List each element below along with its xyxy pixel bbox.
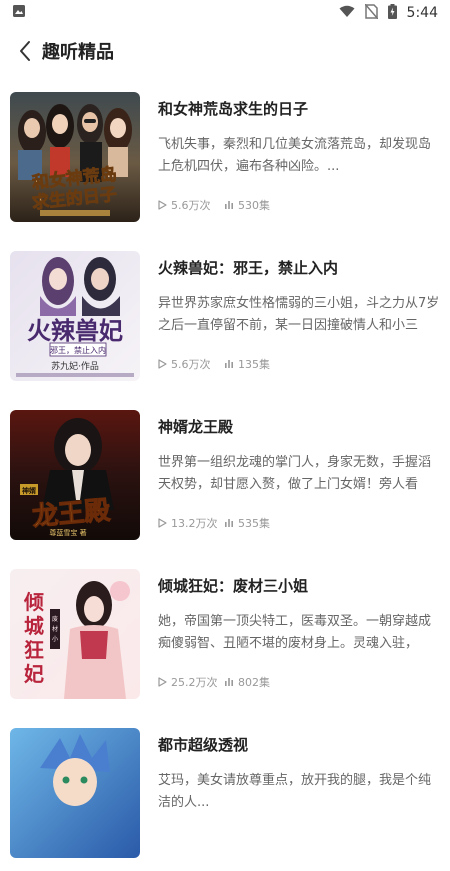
episode-count-icon <box>225 678 233 686</box>
album-meta: 25.2万次 802集 <box>158 674 290 690</box>
play-count-icon <box>158 359 167 369</box>
episode-count: 135集 <box>238 358 270 371</box>
status-time: 5:44 <box>406 5 438 21</box>
page-title: 趣听精品 <box>42 42 114 63</box>
list-item[interactable]: 火辣兽妃 邪王，禁止入内 苏九妃·作品 火辣兽妃：邪王，禁止入内 异世界苏家庶女… <box>0 235 450 394</box>
back-button[interactable] <box>10 36 40 66</box>
header: 趣听精品 <box>0 26 450 76</box>
album-title[interactable]: 倾城狂妃：废材三小姐 <box>158 575 438 596</box>
list-item[interactable]: 倾 城 狂 妃 废 材 小 倾城狂妃：废材三小姐 她，帝国第一顶尖特工，医毒双圣… <box>0 553 450 712</box>
play-count-icon <box>158 200 167 210</box>
episode-count: 530集 <box>238 199 270 212</box>
play-count: 13.2万次 <box>171 517 218 530</box>
episode-count-icon <box>225 201 233 209</box>
svg-text:尊蓝雪宝 著: 尊蓝雪宝 著 <box>49 528 86 537</box>
play-count-icon <box>158 677 167 687</box>
album-cover[interactable]: 火辣兽妃 邪王，禁止入内 苏九妃·作品 <box>10 251 140 381</box>
back-arrow-icon <box>20 41 30 61</box>
album-description: 艾玛，美女请放尊重点，放开我的腿，我是个纯洁的人... <box>158 773 432 810</box>
album-description: 飞机失事，秦烈和几位美女流落荒岛，却发现岛上危机四伏，遍布各种凶险。... <box>158 137 432 174</box>
svg-text:倾: 倾 <box>23 590 44 614</box>
album-meta: 5.6万次 530集 <box>158 197 290 213</box>
play-count: 5.6万次 <box>171 199 211 212</box>
wifi-icon <box>339 5 355 22</box>
list-item[interactable]: 都市超级透视 艾玛，美女请放尊重点，放开我的腿，我是个纯洁的人... <box>0 712 450 871</box>
image-notification-icon <box>12 4 26 22</box>
svg-text:邪王，禁止入内: 邪王，禁止入内 <box>50 345 106 355</box>
list-item[interactable]: 和女神荒岛 求生的日子 和女神荒岛求生的日子 飞机失事，秦烈和几位美女流落荒岛，… <box>0 76 450 235</box>
list-item[interactable]: 神婿 龙王殿 尊蓝雪宝 著 神婿龙王殿 世界第一组织龙魂的掌门人，身家无数，手握… <box>0 394 450 553</box>
episode-count: 535集 <box>238 517 270 530</box>
cover-title-text: 火辣兽妃 <box>27 316 123 345</box>
album-cover[interactable]: 神婿 龙王殿 尊蓝雪宝 著 <box>10 410 140 540</box>
episode-count: 802集 <box>238 676 270 689</box>
svg-text:苏九妃·作品: 苏九妃·作品 <box>51 360 99 372</box>
album-description: 世界第一组织龙魂的掌门人，身家无数，手握滔天权势，却甘愿入赘，做了上门女婿！旁人… <box>158 455 432 492</box>
play-count: 25.2万次 <box>171 676 218 689</box>
play-count: 5.6万次 <box>171 358 211 371</box>
album-cover[interactable] <box>10 728 140 858</box>
album-title[interactable]: 都市超级透视 <box>158 734 438 755</box>
album-cover[interactable]: 和女神荒岛 求生的日子 <box>10 92 140 222</box>
svg-text:神婿: 神婿 <box>22 486 37 495</box>
album-cover[interactable]: 倾 城 狂 妃 废 材 小 <box>10 569 140 699</box>
album-description: 她，帝国第一顶尖特工，医毒双圣。一朝穿越成痴傻弱智、丑陋不堪的废材身上。灵魂入驻… <box>158 614 432 651</box>
episode-count-icon <box>225 519 233 527</box>
album-description: 异世界苏家庶女性格懦弱的三小姐，斗之力从7岁之后一直停留不前，某一日因撞破情人和… <box>158 296 440 333</box>
svg-text:城: 城 <box>24 614 44 638</box>
album-meta: 5.6万次 135集 <box>158 356 290 372</box>
album-meta: 13.2万次 535集 <box>158 515 290 531</box>
svg-text:小: 小 <box>52 635 58 643</box>
album-title[interactable]: 和女神荒岛求生的日子 <box>158 98 438 119</box>
no-sim-icon <box>363 3 379 23</box>
episode-count-icon <box>225 360 233 368</box>
battery-charging-icon <box>387 3 397 23</box>
play-count-icon <box>158 518 167 528</box>
svg-text:狂: 狂 <box>24 638 44 662</box>
album-title[interactable]: 火辣兽妃：邪王，禁止入内 <box>158 257 438 278</box>
svg-text:废: 废 <box>52 615 58 623</box>
album-title[interactable]: 神婿龙王殿 <box>158 416 438 437</box>
status-bar: 5:44 <box>0 0 450 26</box>
album-list: 和女神荒岛 求生的日子 和女神荒岛求生的日子 飞机失事，秦烈和几位美女流落荒岛，… <box>0 76 450 871</box>
svg-text:材: 材 <box>52 625 58 633</box>
svg-text:妃: 妃 <box>24 662 44 686</box>
